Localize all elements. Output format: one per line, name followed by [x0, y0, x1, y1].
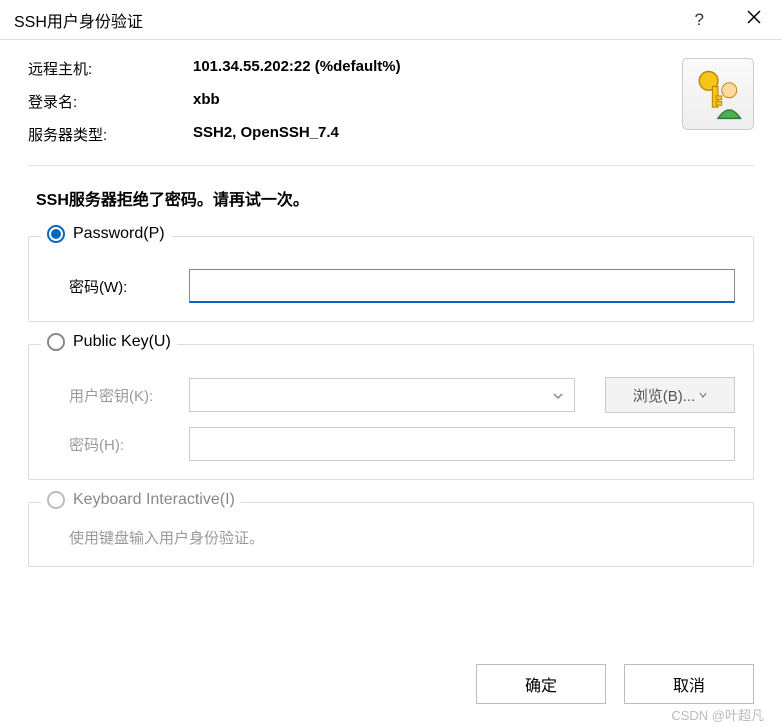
pk-password-input	[189, 427, 735, 461]
chevron-down-icon	[552, 389, 564, 406]
error-message: SSH服务器拒绝了密码。请再试一次。	[36, 186, 754, 210]
connection-info: 远程主机: 101.34.55.202:22 (%default%) 登录名: …	[28, 58, 754, 157]
userkey-select[interactable]	[189, 378, 575, 412]
divider	[28, 165, 754, 166]
browse-label: 浏览(B)...	[633, 385, 696, 406]
dialog-buttons: 确定 取消	[0, 646, 782, 726]
userkey-label: 用户密钥(K):	[47, 385, 177, 406]
ok-button[interactable]: 确定	[476, 664, 606, 704]
keyboard-legend: Keyboard Interactive(I)	[73, 491, 235, 509]
pk-password-label: 密码(H):	[47, 434, 177, 455]
dialog-title: SSH用户身份验证	[14, 8, 143, 32]
publickey-legend: Public Key(U)	[73, 333, 171, 351]
cancel-button[interactable]: 取消	[624, 664, 754, 704]
password-radio[interactable]	[47, 225, 65, 243]
remote-host-label: 远程主机:	[28, 58, 193, 79]
password-input[interactable]	[189, 269, 735, 303]
keyboard-group: Keyboard Interactive(I) 使用键盘输入用户身份验证。	[28, 502, 754, 567]
auth-icon	[682, 58, 754, 130]
login-value: xbb	[193, 91, 220, 112]
dropdown-icon	[699, 391, 707, 399]
password-group: Password(P) 密码(W):	[28, 236, 754, 322]
ssh-auth-dialog: SSH用户身份验证 ? 远程主机: 101.34.55.202:22 (%def…	[0, 0, 782, 726]
watermark: CSDN @叶超凡	[671, 705, 764, 724]
server-type-label: 服务器类型:	[28, 124, 193, 145]
key-user-icon	[688, 64, 748, 124]
close-icon	[746, 9, 762, 25]
keyboard-hint: 使用键盘输入用户身份验证。	[47, 527, 735, 548]
password-label: 密码(W):	[47, 276, 177, 297]
remote-host-value: 101.34.55.202:22 (%default%)	[193, 58, 401, 79]
help-button[interactable]: ?	[689, 7, 710, 33]
password-legend: Password(P)	[73, 225, 165, 243]
keyboard-radio	[47, 491, 65, 509]
publickey-group: Public Key(U) 用户密钥(K): 浏览(B)... 密码(H):	[28, 344, 754, 480]
publickey-radio[interactable]	[47, 333, 65, 351]
browse-button[interactable]: 浏览(B)...	[605, 377, 735, 413]
close-button[interactable]	[740, 6, 768, 33]
login-label: 登录名:	[28, 91, 193, 112]
titlebar: SSH用户身份验证 ?	[0, 0, 782, 40]
server-type-value: SSH2, OpenSSH_7.4	[193, 124, 339, 145]
